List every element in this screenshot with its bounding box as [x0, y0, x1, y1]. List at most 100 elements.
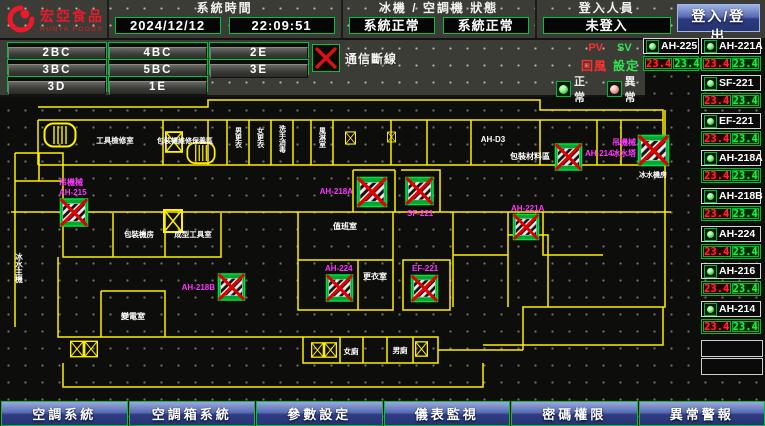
device-name: AH-218A: [719, 152, 763, 164]
nav-ahu-system[interactable]: 空調箱系統: [129, 401, 256, 426]
time-display: 22:09:51: [229, 17, 335, 34]
sv-value: 23.4: [732, 95, 760, 106]
device-values: 23.4 23.4: [701, 168, 761, 183]
device-ef-221[interactable]: EF-221: [701, 113, 761, 129]
ahu-unit-ah-218a[interactable]: [358, 178, 387, 207]
room-label: 女廁: [344, 346, 359, 356]
device-ah-214[interactable]: AH-214: [701, 301, 761, 317]
nav-password-auth[interactable]: 密碼權限: [511, 401, 638, 426]
sv-value: 23.4: [732, 246, 760, 257]
ahu-unit-ah-214[interactable]: [555, 144, 581, 170]
device-name: EF-221: [719, 115, 753, 127]
sv-value: 23.4: [732, 170, 760, 181]
pv-value: 23.4: [703, 58, 731, 69]
empty-slot: [701, 340, 763, 357]
unit-label: 冰水塔: [612, 148, 637, 158]
unit-label: SF-221: [407, 209, 434, 218]
device-values: 23.4 23.4: [701, 206, 761, 221]
machine-status-label: 冰機 / 空調機 狀態: [379, 1, 498, 16]
unit-label: 吊機械: [59, 177, 83, 187]
device-name: AH-218B: [719, 190, 763, 202]
elevator-icon: [416, 342, 428, 356]
ahu-unit-ah-224[interactable]: [326, 275, 352, 301]
sv-value: 23.4: [732, 133, 760, 144]
ahu-unit-ah-221a[interactable]: [513, 214, 538, 239]
device-values: 23.4 23.4: [643, 56, 699, 71]
room-label: 包裝機維修保養區: [157, 136, 213, 145]
ahu-unit-ah-215[interactable]: [60, 199, 87, 226]
device-values: 23.4 23.4: [701, 93, 761, 108]
device-led-icon: [704, 228, 717, 241]
unit-label: 吊機械: [612, 137, 636, 147]
unit-label: AH-218B: [182, 283, 216, 292]
device-ah-225[interactable]: AH-225: [643, 38, 699, 54]
login-section: 登入人員 未登入: [537, 0, 677, 38]
shaft-icon: [346, 132, 356, 144]
unit-label: AH-214: [585, 149, 613, 158]
machine-status-section: 冰機 / 空調機 狀態 系統正常 系統正常: [343, 0, 537, 38]
pv-value: 23.4: [703, 321, 731, 332]
unit-label: AH-215: [59, 188, 87, 197]
login-logout-button[interactable]: 登入/登出: [677, 4, 760, 32]
sv-label: SV: [617, 42, 632, 54]
device-ah-216[interactable]: AH-216: [701, 263, 761, 279]
chiller-status: 系統正常: [349, 17, 435, 34]
room-label: 女更衣: [256, 126, 264, 149]
login-status: 未登入: [543, 17, 671, 34]
elevator-icon: [71, 341, 84, 356]
sv-value: 23.4: [732, 283, 760, 294]
device-values: 23.4 23.4: [701, 281, 761, 296]
device-name: AH-216: [719, 265, 755, 277]
unit-label: EF-221: [412, 264, 439, 273]
pv-value: 23.4: [645, 58, 672, 69]
ahu-unit-ef-221[interactable]: [411, 275, 437, 301]
room-label: 包裝機房: [123, 229, 154, 239]
room-label: 工具檢修室: [96, 135, 134, 145]
stairs-icon: [187, 143, 214, 163]
device-values: 23.4 23.4: [701, 319, 761, 334]
device-led-icon: [704, 77, 717, 90]
device-led-icon: [704, 265, 717, 278]
ahu-unit-sf-221[interactable]: [406, 177, 433, 204]
sv-value: 23.4: [673, 58, 700, 69]
room-label: 包裝材料區: [509, 151, 550, 161]
nav-alarm[interactable]: 異常警報: [639, 401, 765, 426]
floor-button-grid: 2BC 4BC 2E 3BC 5BC 3E 3D 1E: [7, 42, 309, 92]
pv-value: 23.4: [703, 95, 731, 106]
room-label: 洗手消毒: [279, 124, 287, 154]
comm-loss-x-icon: [312, 44, 340, 72]
nav-meter-monitor[interactable]: 儀表監視: [384, 401, 511, 426]
system-time-label: 系統時間: [197, 1, 253, 16]
pv-value: 23.4: [703, 170, 731, 181]
sv-value: 23.4: [732, 208, 760, 219]
device-values: 23.4 23.4: [701, 56, 761, 71]
device-led-icon: [704, 152, 717, 165]
device-sf-221[interactable]: SF-221: [701, 75, 761, 91]
pv-value: 23.4: [703, 283, 731, 294]
logo: 宏亞食品 HUNYA FOODS: [0, 0, 109, 38]
pv-value: 23.4: [703, 246, 731, 257]
empty-slot: [701, 358, 763, 375]
device-sidebar: AH-225 AH-221A 23.4 23.4 23.4 23.4 SF-22…: [643, 38, 763, 398]
device-name: AH-224: [719, 228, 755, 240]
nav-ac-system[interactable]: 空調系統: [1, 401, 128, 426]
nav-parameter-setting[interactable]: 參數設定: [256, 401, 383, 426]
comm-loss-legend: 通信斷線: [312, 44, 397, 72]
room-label: 值班室: [333, 221, 357, 231]
device-ah-221a[interactable]: AH-221A: [701, 38, 761, 54]
device-led-icon: [704, 40, 717, 53]
floor-button-1e[interactable]: 1E: [109, 81, 207, 95]
device-ah-218a[interactable]: AH-218A: [701, 150, 761, 166]
device-name: AH-214: [719, 303, 755, 315]
ahu-unit-ah-218b[interactable]: [218, 274, 244, 300]
device-ah-224[interactable]: AH-224: [701, 226, 761, 242]
room-label: 男廁: [393, 345, 408, 355]
logo-subtext: HUNYA FOODS: [40, 26, 104, 33]
floor-button-3d[interactable]: 3D: [8, 81, 106, 95]
stairs-icon: [45, 124, 76, 147]
bottom-nav: 空調系統 空調箱系統 參數設定 儀表監視 密碼權限 異常警報: [0, 399, 765, 426]
room-label: 成型工具室: [174, 229, 212, 239]
room-label: 風淋室: [319, 127, 328, 149]
device-ah-218b[interactable]: AH-218B: [701, 188, 761, 204]
device-name: SF-221: [719, 77, 753, 89]
